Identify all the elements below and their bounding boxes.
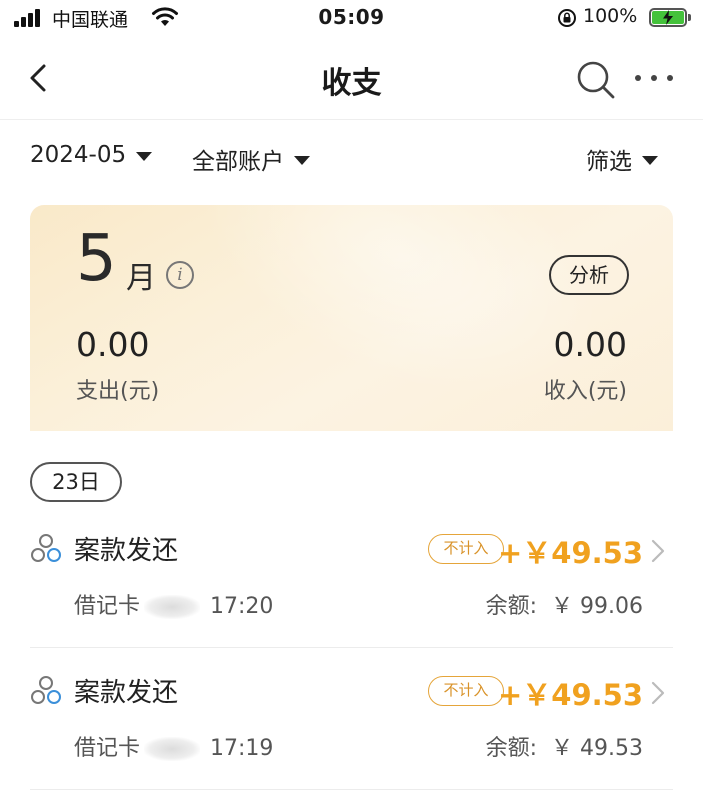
expense-amount: 0.00 [76,325,150,364]
rotation-lock-icon [558,9,576,27]
transaction-balance: 余额: ￥ 99.06 [486,588,643,620]
balance-label: 余额: [485,594,538,619]
balance-value: ￥ 49.53 [551,736,643,761]
account-name: 借记卡 [74,736,141,761]
transaction-amount: +￥49.53 [497,678,643,712]
balance-value: ￥ 99.06 [551,594,643,619]
masked-card-number [144,737,201,761]
category-icon [31,534,61,562]
status-bar: 中国联通 05:09 100% [0,0,703,36]
transaction-time: 17:19 [210,736,274,761]
battery-icon [649,8,691,27]
month-selector-label: 2024-05 [30,142,127,168]
more-dots-icon[interactable] [632,66,676,90]
transactions-page: 中国联通 05:09 100% 收支 2024-05 全部账户 筛选 5 月 i… [0,0,703,800]
exclude-tag: 不计入 [428,534,504,564]
battery-percent: 100% [583,5,638,27]
masked-card-number [144,595,201,619]
chevron-right-icon [651,681,665,705]
income-amount: 0.00 [553,325,627,364]
info-icon[interactable]: i [166,261,194,289]
account-name: 借记卡 [74,594,141,619]
caret-down-icon [136,151,153,161]
caret-down-icon [642,155,658,165]
transaction-balance: 余额: ￥ 49.53 [486,730,643,762]
day-chip: 23日 [30,462,122,502]
transaction-account: 借记卡 17:19 [74,730,273,762]
transaction-row[interactable]: 案款发还 不计入 +￥49.53 借记卡 17:20 余额: ￥ 99.06 [0,510,703,648]
transaction-account: 借记卡 17:20 [74,588,273,620]
divider [30,789,673,790]
expense-label: 支出(元) [76,379,160,404]
transaction-amount: +￥49.53 [497,536,643,570]
filter-row: 2024-05 全部账户 筛选 [0,130,703,188]
exclude-tag: 不计入 [428,676,504,706]
divider [30,647,673,648]
filter-button[interactable]: 筛选 [586,142,658,176]
month-number: 5 [76,222,117,296]
search-icon[interactable] [574,58,618,102]
nav-bar: 收支 [0,36,703,120]
month-selector[interactable]: 2024-05 [30,142,153,168]
month-suffix: 月 [126,261,156,296]
income-label: 收入(元) [543,379,627,404]
balance-label: 余额: [485,736,538,761]
transaction-title: 案款发还 [74,678,179,708]
transaction-time: 17:20 [210,594,274,619]
category-icon [31,676,61,704]
account-selector-label: 全部账户 [192,149,284,175]
analysis-button[interactable]: 分析 [549,255,629,295]
transaction-title: 案款发还 [74,536,179,566]
chevron-right-icon [651,539,665,563]
filter-button-label: 筛选 [586,149,632,175]
caret-down-icon [294,155,310,165]
transaction-row[interactable]: 案款发还 不计入 +￥49.53 借记卡 17:19 余额: ￥ 49.53 [0,652,703,790]
monthly-summary-card: 5 月 i 分析 0.00 支出(元) 0.00 收入(元) [30,205,673,431]
account-selector[interactable]: 全部账户 [192,142,310,176]
